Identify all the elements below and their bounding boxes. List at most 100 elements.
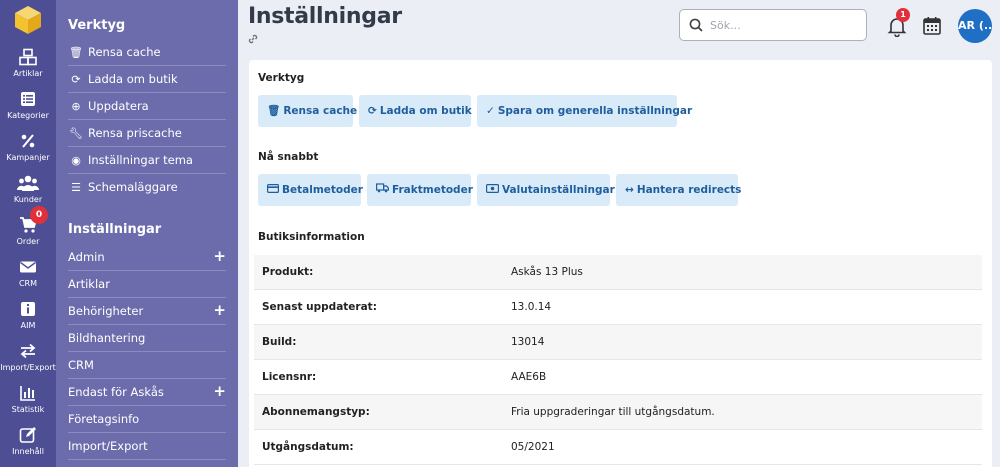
menu-tool-label: Inställningar tema xyxy=(88,153,193,167)
settings-card: Verktyg 🗑︎ Rensa cache ⟳ Ladda om butik ✓ S… xyxy=(249,60,992,467)
rail-item-order[interactable]: 0 Order xyxy=(0,206,56,247)
check-icon: ✓ xyxy=(486,105,495,117)
hantera-redirects-button[interactable]: ↔ Hantera redirects xyxy=(616,174,741,206)
menu-setting-label: Admin xyxy=(68,250,105,264)
info-row: Build: 13014 xyxy=(254,325,982,360)
logo-cube-icon[interactable] xyxy=(14,5,42,35)
info-value: 13014 xyxy=(511,336,545,348)
rail-item-artiklar[interactable]: Artiklar xyxy=(0,48,56,79)
menu-heading-verktyg: Verktyg xyxy=(68,18,126,33)
list-bullets-icon: ☰ xyxy=(71,181,81,194)
users-icon xyxy=(0,174,56,194)
info-key: Utgångsdatum: xyxy=(262,441,354,453)
rail-label: Statistik xyxy=(11,405,45,414)
eye-icon: ◉ xyxy=(71,154,81,167)
menu-setting-behorigheter[interactable]: Behörigheter + xyxy=(68,298,226,325)
menu-tool-uppdatera[interactable]: ⊕ Uppdatera xyxy=(68,93,226,120)
rail-label: Innehåll xyxy=(12,447,44,456)
menu-setting-foretagsinfo[interactable]: Företagsinfo xyxy=(68,406,226,433)
expand-plus-icon[interactable]: + xyxy=(213,298,226,323)
menu-tool-label: Rensa priscache xyxy=(88,126,182,140)
rail-item-import-export[interactable]: Import/Export xyxy=(0,342,56,373)
arrows-horizontal-icon: ↔ xyxy=(625,184,634,196)
menu-setting-label: Import/Export xyxy=(68,439,148,453)
refresh-icon: ⟳ xyxy=(368,105,377,117)
boxes-icon xyxy=(0,48,56,68)
menu-setting-label: Endast för Askås xyxy=(68,385,164,399)
button-label: Valutainställningar xyxy=(502,184,615,196)
section-heading-verktyg: Verktyg xyxy=(258,72,305,84)
trash-icon: 🗑︎ xyxy=(267,105,281,117)
info-value: 05/2021 xyxy=(511,441,555,453)
info-row: Licensnr: AAE6B xyxy=(254,360,982,395)
button-label: Spara om generella inställningar xyxy=(497,105,693,117)
percent-icon xyxy=(0,132,56,152)
info-key: Build: xyxy=(262,336,297,348)
calendar-icon[interactable] xyxy=(921,15,943,37)
rail-label: Artiklar xyxy=(13,69,43,78)
settings-menu: Verktyg 🗑︎ Rensa cache ⟳ Ladda om butik ⊕ U… xyxy=(56,0,238,467)
rensa-cache-button[interactable]: 🗑︎ Rensa cache xyxy=(258,95,357,127)
search-input[interactable] xyxy=(710,16,860,34)
betalmetoder-button[interactable]: Betalmetoder xyxy=(258,174,363,206)
info-value: Askås 13 Plus xyxy=(511,266,583,278)
search-box[interactable] xyxy=(679,9,867,41)
rail-item-crm[interactable]: CRM xyxy=(0,258,56,289)
rail-label: AIM xyxy=(20,321,36,330)
info-row: Abonnemangstyp: Fria uppgraderingar till… xyxy=(254,395,982,430)
trash-icon: 🗑︎ xyxy=(69,46,83,59)
menu-setting-import-export[interactable]: Import/Export xyxy=(68,433,226,460)
info-row: Produkt: Askås 13 Plus xyxy=(254,255,982,290)
menu-tool-rensa-priscache[interactable]: 🔧︎ Rensa priscache xyxy=(68,120,226,147)
info-key: Licensnr: xyxy=(262,371,317,383)
info-key: Abonnemangstyp: xyxy=(262,406,370,418)
info-row: Senast uppdaterat: 13.0.14 xyxy=(254,290,982,325)
menu-tool-schemalaggare[interactable]: ☰ Schemaläggare xyxy=(68,174,226,201)
rail-item-kampanjer[interactable]: Kampanjer xyxy=(0,132,56,163)
fraktmetoder-button[interactable]: Fraktmetoder xyxy=(367,174,473,206)
menu-tool-ladda-om-butik[interactable]: ⟳ Ladda om butik xyxy=(68,66,226,93)
valutainstallningar-button[interactable]: Valutainställningar xyxy=(477,174,615,206)
button-label: Ladda om butik xyxy=(379,105,472,117)
search-icon xyxy=(689,18,703,32)
list-icon xyxy=(0,90,56,110)
info-value: Fria uppgraderingar till utgångsdatum. xyxy=(511,406,715,418)
user-avatar[interactable]: AR (... xyxy=(958,9,992,43)
info-key: Senast uppdaterat: xyxy=(262,301,377,313)
rail-item-kategorier[interactable]: Kategorier xyxy=(0,90,56,121)
menu-setting-artiklar[interactable]: Artiklar xyxy=(68,271,226,298)
info-key: Produkt: xyxy=(262,266,314,278)
expand-plus-icon[interactable]: + xyxy=(213,244,226,269)
rail-item-kunder[interactable]: Kunder xyxy=(0,174,56,205)
link-icon[interactable] xyxy=(248,34,258,44)
menu-tool-label: Ladda om butik xyxy=(88,72,178,86)
ladda-om-butik-button[interactable]: ⟳ Ladda om butik xyxy=(359,95,472,127)
rail-label: Order xyxy=(16,237,40,246)
rail-item-innehall[interactable]: Innehåll xyxy=(0,426,56,457)
info-row: Utgångsdatum: 05/2021 xyxy=(254,430,982,465)
rail-label: Kunder xyxy=(13,195,43,204)
menu-setting-label: Företagsinfo xyxy=(68,412,140,426)
menu-setting-bildhantering[interactable]: Bildhantering xyxy=(68,325,226,352)
rail-item-aim[interactable]: AIM xyxy=(0,300,56,331)
order-count-badge: 0 xyxy=(30,206,48,224)
swap-icon xyxy=(0,342,56,362)
expand-plus-icon[interactable]: + xyxy=(213,379,226,404)
menu-setting-endast-for-askas[interactable]: Endast för Askås + xyxy=(68,379,226,406)
info-value: AAE6B xyxy=(511,371,547,383)
page-title: Inställningar xyxy=(248,4,402,29)
menu-setting-crm[interactable]: CRM xyxy=(68,352,226,379)
button-label: Rensa cache xyxy=(283,105,358,117)
button-label: Betalmetoder xyxy=(282,184,363,196)
notification-badge: 1 xyxy=(896,8,910,22)
info-icon xyxy=(0,300,56,320)
spara-om-installningar-button[interactable]: ✓ Spara om generella inställningar xyxy=(477,95,692,127)
rail-label: Import/Export xyxy=(0,363,56,372)
menu-setting-label: Artiklar xyxy=(68,277,110,291)
menu-tool-rensa-cache[interactable]: 🗑︎ Rensa cache xyxy=(68,39,226,66)
button-label: Fraktmetoder xyxy=(392,184,473,196)
rail-item-statistik[interactable]: Statistik xyxy=(0,384,56,415)
menu-tool-installningar-tema[interactable]: ◉ Inställningar tema xyxy=(68,147,226,174)
menu-setting-admin[interactable]: Admin + xyxy=(68,244,226,271)
icon-rail: Artiklar Kategorier Kampanjer Kunder 0 O… xyxy=(0,0,56,467)
